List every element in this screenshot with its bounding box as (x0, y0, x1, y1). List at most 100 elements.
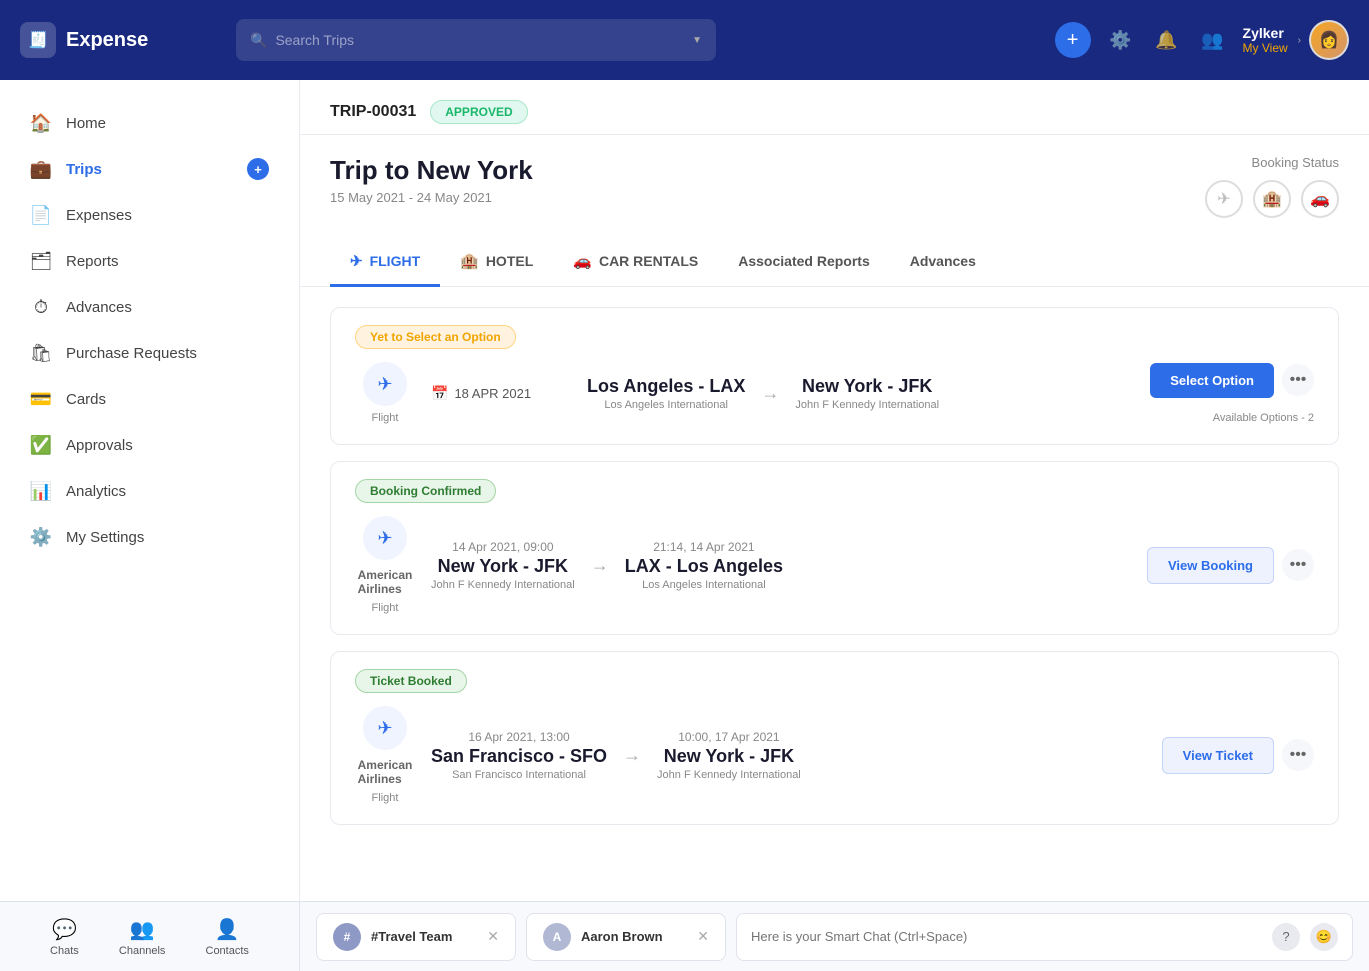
home-icon: 🏠 (30, 112, 52, 134)
more-options-1[interactable]: ••• (1282, 364, 1314, 396)
approvals-icon: ✅ (30, 434, 52, 456)
booking-icons: ✈ 🏨 🚗 (1205, 180, 1339, 218)
user-profile[interactable]: Zylker My View › 👩 (1243, 20, 1349, 60)
users-icon[interactable]: 👥 (1197, 24, 1229, 56)
flight-label-2: Flight (372, 602, 399, 614)
tab-associated-reports[interactable]: Associated Reports (718, 238, 889, 287)
flight-actions-1: Select Option ••• Available Options - 2 (1150, 363, 1314, 424)
flight-to-3: 10:00, 17 Apr 2021 New York - JFK John F… (657, 730, 801, 781)
app-logo: 🧾 Expense (20, 22, 220, 58)
to-city-sub-2: Los Angeles International (625, 579, 783, 591)
tab-flight[interactable]: ✈ FLIGHT (330, 238, 440, 287)
arrive-time-2: 21:14, 14 Apr 2021 (625, 540, 783, 554)
trips-badge: + (247, 158, 269, 180)
flight-status-2: Booking Confirmed (355, 482, 1314, 500)
more-options-2[interactable]: ••• (1282, 549, 1314, 581)
flight-from-3: 16 Apr 2021, 13:00 San Francisco - SFO S… (431, 730, 607, 781)
sidebar-label-purchase: Purchase Requests (66, 345, 197, 362)
channels-icon: 👥 (130, 917, 155, 942)
chat-emoji-icon[interactable]: 😊 (1310, 923, 1338, 951)
flight-actions-3: View Ticket ••• (1162, 737, 1314, 774)
to-city-name-1: New York - JFK (795, 376, 939, 397)
contacts-sidebar-item[interactable]: 👤 Contacts (206, 917, 249, 957)
arrive-time-3: 10:00, 17 Apr 2021 (657, 730, 801, 744)
sidebar-label-home: Home (66, 115, 106, 132)
channels-sidebar-item[interactable]: 👥 Channels (119, 917, 165, 957)
sidebar-item-purchase-requests[interactable]: 🛍 Purchase Requests (0, 330, 299, 376)
travel-team-close[interactable]: ✕ (487, 928, 499, 945)
search-input[interactable] (275, 32, 690, 48)
flight-label-3: Flight (372, 792, 399, 804)
trip-status-badge: APPROVED (430, 100, 527, 124)
trip-id: TRIP-00031 (330, 103, 416, 121)
smart-chat-input-area[interactable]: ? 😊 (736, 913, 1353, 961)
flight-icon-wrap-1: ✈ Flight (355, 362, 415, 424)
booking-status: Booking Status ✈ 🏨 🚗 (1205, 155, 1339, 218)
sidebar-item-advances[interactable]: ⏱ Advances (0, 284, 299, 330)
search-icon: 🔍 (250, 32, 267, 49)
view-ticket-button[interactable]: View Ticket (1162, 737, 1274, 774)
flight-card-body-1: ✈ Flight 📅 18 APR 2021 Los Angeles - LAX… (355, 362, 1314, 424)
flight-date-text-1: 18 APR 2021 (454, 386, 531, 401)
view-booking-button[interactable]: View Booking (1147, 547, 1274, 584)
from-city-name-3: San Francisco - SFO (431, 746, 607, 767)
flight-route-3: 16 Apr 2021, 13:00 San Francisco - SFO S… (431, 730, 1146, 781)
to-city-name-3: New York - JFK (657, 746, 801, 767)
hotel-tab-icon: 🏨 (460, 252, 479, 270)
booking-hotel-icon[interactable]: 🏨 (1253, 180, 1291, 218)
aaron-avatar: A (543, 923, 571, 951)
tab-hotel[interactable]: 🏨 HOTEL (440, 238, 553, 287)
analytics-icon: 📊 (30, 480, 52, 502)
flight-card-body-3: ✈ AmericanAirlines Flight 16 Apr 2021, 1… (355, 706, 1314, 804)
sidebar-item-cards[interactable]: 💳 Cards (0, 376, 299, 422)
flight-card-body-2: ✈ AmericanAirlines Flight 14 Apr 2021, 0… (355, 516, 1314, 614)
settings-icon[interactable]: ⚙️ (1105, 24, 1137, 56)
chat-panel-aaron[interactable]: A Aaron Brown ✕ (526, 913, 726, 961)
booking-car-icon[interactable]: 🚗 (1301, 180, 1339, 218)
from-city-name-1: Los Angeles - LAX (587, 376, 745, 397)
content-area: TRIP-00031 APPROVED Trip to New York 15 … (300, 80, 1369, 901)
advances-icon: ⏱ (30, 296, 52, 318)
channels-label: Channels (119, 945, 165, 957)
sidebar-item-expenses[interactable]: 📄 Expenses (0, 192, 299, 238)
aaron-close[interactable]: ✕ (697, 928, 709, 945)
chat-panel-travel-team[interactable]: # #Travel Team ✕ (316, 913, 516, 961)
user-chevron-icon: › (1298, 35, 1301, 46)
sidebar-item-reports[interactable]: 🗂 Reports (0, 238, 299, 284)
chats-icon: 💬 (52, 917, 77, 942)
sidebar-item-trips[interactable]: 💼 Trips + (0, 146, 299, 192)
travel-team-avatar: # (333, 923, 361, 951)
flight-actions-row-3: View Ticket ••• (1162, 737, 1314, 774)
flight-arrow-3: → (623, 745, 641, 766)
plane-icon-1: ✈ (363, 362, 407, 406)
smart-chat-input[interactable] (751, 929, 1262, 944)
sidebar-label-advances: Advances (66, 299, 132, 316)
avatar[interactable]: 👩 (1309, 20, 1349, 60)
search-bar[interactable]: 🔍 ▼ (236, 19, 716, 61)
from-city-name-2: New York - JFK (431, 556, 575, 577)
plane-icon-2: ✈ (363, 516, 407, 560)
hotel-tab-label: HOTEL (486, 253, 533, 269)
travel-team-name: #Travel Team (371, 929, 477, 944)
sidebar-item-settings[interactable]: ⚙️ My Settings (0, 514, 299, 560)
tab-advances[interactable]: Advances (890, 238, 996, 287)
main-layout: 🏠 Home 💼 Trips + 📄 Expenses 🗂 Reports ⏱ … (0, 80, 1369, 901)
flight-icon-wrap-2: ✈ AmericanAirlines Flight (355, 516, 415, 614)
chats-sidebar-item[interactable]: 💬 Chats (50, 917, 79, 957)
chat-panels: # #Travel Team ✕ A Aaron Brown ✕ ? 😊 (300, 902, 1369, 971)
logo-icon: 🧾 (20, 22, 56, 58)
flights-container: Yet to Select an Option ✈ Flight 📅 18 AP… (300, 287, 1369, 845)
more-options-3[interactable]: ••• (1282, 739, 1314, 771)
chat-help-icon[interactable]: ? (1272, 923, 1300, 951)
select-option-button[interactable]: Select Option (1150, 363, 1274, 398)
notifications-icon[interactable]: 🔔 (1151, 24, 1183, 56)
sidebar-item-approvals[interactable]: ✅ Approvals (0, 422, 299, 468)
flight-route-2: 14 Apr 2021, 09:00 New York - JFK John F… (431, 540, 1131, 591)
tab-car-rentals[interactable]: 🚗 CAR RENTALS (553, 238, 718, 287)
sidebar-item-home[interactable]: 🏠 Home (0, 100, 299, 146)
from-city-sub-3: San Francisco International (431, 769, 607, 781)
flight-label-1: Flight (372, 412, 399, 424)
sidebar-item-analytics[interactable]: 📊 Analytics (0, 468, 299, 514)
booking-flight-icon[interactable]: ✈ (1205, 180, 1243, 218)
add-button[interactable]: + (1055, 22, 1091, 58)
